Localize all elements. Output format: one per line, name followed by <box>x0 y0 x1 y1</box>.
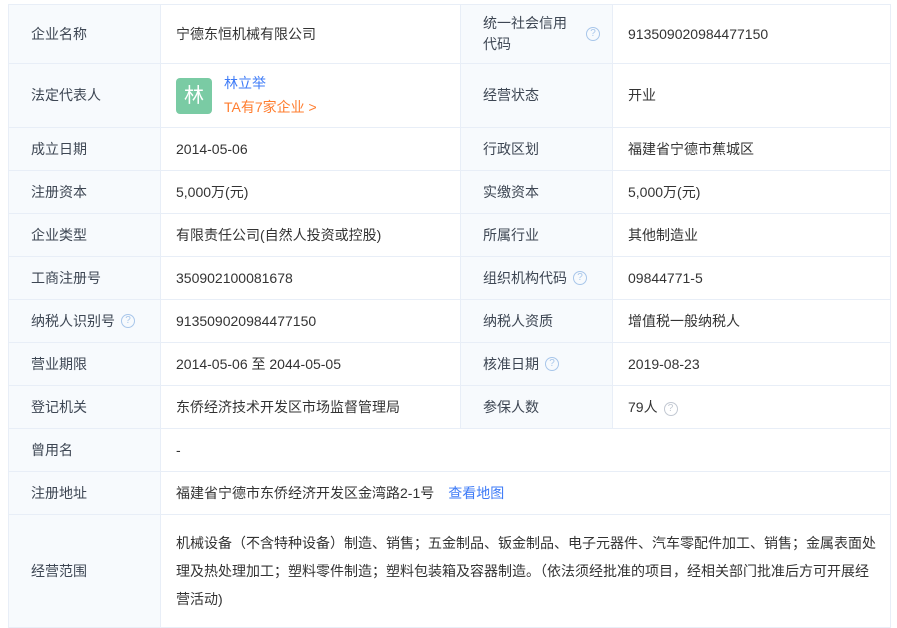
reg-address-text: 福建省宁德市东侨经济开发区金湾路2-1号 <box>176 485 434 501</box>
field-value-taxpayer-qualification: 增值税一般纳税人 <box>613 300 891 343</box>
field-value-business-scope: 机械设备（不含特种设备）制造、销售；五金制品、钣金制品、电子元器件、汽车零配件加… <box>161 515 891 628</box>
field-label-org-code: 组织机构代码? <box>461 257 613 300</box>
table-row: 注册资本 5,000万(元) 实缴资本 5,000万(元) <box>9 171 891 214</box>
table-row: 注册地址 福建省宁德市东侨经济开发区金湾路2-1号查看地图 <box>9 472 891 515</box>
table-row: 登记机关 东侨经济技术开发区市场监督管理局 参保人数 79人? <box>9 386 891 429</box>
field-value-approval-date: 2019-08-23 <box>613 343 891 386</box>
legal-rep-name-link[interactable]: 林立举 <box>224 73 317 94</box>
field-label-reg-capital: 注册资本 <box>9 171 161 214</box>
field-label-company-name: 企业名称 <box>9 5 161 64</box>
field-label-taxpayer-id: 纳税人识别号? <box>9 300 161 343</box>
company-info-table: 企业名称 宁德东恒机械有限公司 统一社会信用代码? 91350902098447… <box>8 4 891 628</box>
field-value-established: 2014-05-06 <box>161 128 461 171</box>
field-label-business-term: 营业期限 <box>9 343 161 386</box>
field-value-region: 福建省宁德市蕉城区 <box>613 128 891 171</box>
help-icon[interactable]: ? <box>545 357 559 371</box>
field-value-company-type: 有限责任公司(自然人投资或控股) <box>161 214 461 257</box>
field-value-reg-capital: 5,000万(元) <box>161 171 461 214</box>
field-label-established: 成立日期 <box>9 128 161 171</box>
field-value-company-name: 宁德东恒机械有限公司 <box>161 5 461 64</box>
field-value-reg-address: 福建省宁德市东侨经济开发区金湾路2-1号查看地图 <box>161 472 891 515</box>
field-label-industry: 所属行业 <box>461 214 613 257</box>
field-label-status: 经营状态 <box>461 64 613 128</box>
field-value-business-term: 2014-05-06 至 2044-05-05 <box>161 343 461 386</box>
field-label-company-type: 企业类型 <box>9 214 161 257</box>
help-icon[interactable]: ? <box>121 314 135 328</box>
table-row: 经营范围 机械设备（不含特种设备）制造、销售；五金制品、钣金制品、电子元器件、汽… <box>9 515 891 628</box>
field-label-reg-address: 注册地址 <box>9 472 161 515</box>
field-label-text: 核准日期 <box>483 354 539 375</box>
help-icon[interactable]: ? <box>664 402 678 416</box>
field-value-status: 开业 <box>613 64 891 128</box>
field-value-insured-count: 79人? <box>613 386 891 429</box>
field-label-approval-date: 核准日期? <box>461 343 613 386</box>
field-label-reg-authority: 登记机关 <box>9 386 161 429</box>
table-row: 工商注册号 350902100081678 组织机构代码? 09844771-5 <box>9 257 891 300</box>
field-label-reg-number: 工商注册号 <box>9 257 161 300</box>
table-row: 纳税人识别号? 913509020984477150 纳税人资质 增值税一般纳税… <box>9 300 891 343</box>
table-row: 企业名称 宁德东恒机械有限公司 统一社会信用代码? 91350902098447… <box>9 5 891 64</box>
field-value-paid-capital: 5,000万(元) <box>613 171 891 214</box>
legal-rep-avatar[interactable]: 林 <box>176 78 212 114</box>
table-row: 企业类型 有限责任公司(自然人投资或控股) 所属行业 其他制造业 <box>9 214 891 257</box>
field-label-text: 纳税人识别号 <box>31 311 115 332</box>
field-label-region: 行政区划 <box>461 128 613 171</box>
field-value-industry: 其他制造业 <box>613 214 891 257</box>
help-icon[interactable]: ? <box>586 27 600 41</box>
field-label-legal-rep: 法定代表人 <box>9 64 161 128</box>
field-value-reg-authority: 东侨经济技术开发区市场监督管理局 <box>161 386 461 429</box>
table-row: 曾用名 - <box>9 429 891 472</box>
field-label-former-name: 曾用名 <box>9 429 161 472</box>
field-label-text: 组织机构代码 <box>483 268 567 289</box>
field-value-taxpayer-id: 913509020984477150 <box>161 300 461 343</box>
table-row: 成立日期 2014-05-06 行政区划 福建省宁德市蕉城区 <box>9 128 891 171</box>
help-icon[interactable]: ? <box>573 271 587 285</box>
field-value-legal-rep: 林 林立举 TA有7家企业 > <box>161 64 461 128</box>
table-row: 营业期限 2014-05-06 至 2044-05-05 核准日期? 2019-… <box>9 343 891 386</box>
table-row: 法定代表人 林 林立举 TA有7家企业 > 经营状态 开业 <box>9 64 891 128</box>
field-label-text: 统一社会信用代码 <box>483 13 580 55</box>
field-label-insured-count: 参保人数 <box>461 386 613 429</box>
field-label-business-scope: 经营范围 <box>9 515 161 628</box>
field-value-former-name: - <box>161 429 891 472</box>
field-value-credit-code: 913509020984477150 <box>613 5 891 64</box>
legal-rep-related-companies-link[interactable]: TA有7家企业 > <box>224 97 317 118</box>
field-label-credit-code: 统一社会信用代码? <box>461 5 613 64</box>
view-map-link[interactable]: 查看地图 <box>448 485 504 501</box>
field-value-reg-number: 350902100081678 <box>161 257 461 300</box>
insured-count-text: 79人 <box>628 399 658 415</box>
field-label-taxpayer-qualification: 纳税人资质 <box>461 300 613 343</box>
field-value-org-code: 09844771-5 <box>613 257 891 300</box>
field-label-paid-capital: 实缴资本 <box>461 171 613 214</box>
